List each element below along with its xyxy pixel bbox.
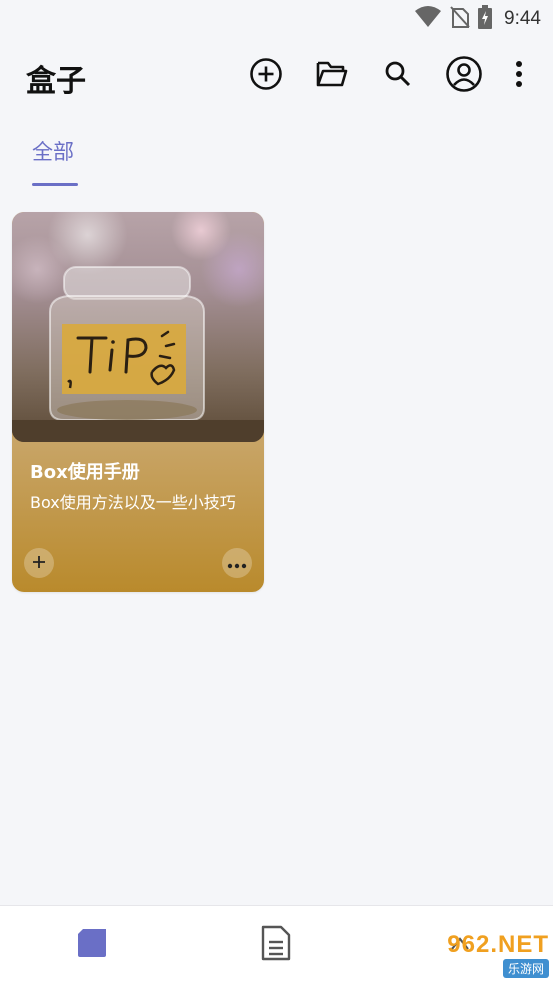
add-button[interactable] xyxy=(233,56,299,96)
battery-charging-icon xyxy=(478,5,493,33)
folder-open-icon xyxy=(316,60,348,92)
nav-boxes[interactable] xyxy=(0,906,184,983)
tab-all[interactable]: 全部 xyxy=(32,136,74,166)
card-more-button[interactable] xyxy=(222,548,252,578)
status-bar: 9:44 xyxy=(0,0,553,38)
card-body: Box使用手册 Box使用方法以及一些小技巧 xyxy=(12,442,264,592)
folder-button[interactable] xyxy=(299,56,365,96)
tab-strip: 全部 xyxy=(0,130,553,190)
card-image xyxy=(12,212,264,442)
tip-jar-illustration xyxy=(12,266,264,442)
box-card[interactable]: Box使用手册 Box使用方法以及一些小技巧 xyxy=(12,212,264,592)
status-time: 9:44 xyxy=(504,8,541,29)
document-nav-icon xyxy=(261,925,291,965)
app-actions xyxy=(233,56,541,96)
search-button[interactable] xyxy=(365,56,431,96)
more-options-button[interactable] xyxy=(497,56,541,96)
page-title: 盒子 xyxy=(26,64,86,99)
status-icons: 9:44 xyxy=(414,5,541,33)
watermark-main: 962.NET xyxy=(447,930,549,958)
app-bar: 盒子 xyxy=(0,38,553,114)
more-horiz-icon xyxy=(227,554,247,573)
watermark-logo: 962.NET 乐游网 xyxy=(413,930,549,978)
add-circle-icon xyxy=(249,57,283,95)
card-title: Box使用手册 xyxy=(30,462,140,483)
wifi-icon xyxy=(414,6,442,32)
card-add-button[interactable] xyxy=(24,548,54,578)
account-icon xyxy=(445,55,483,97)
watermark-sub: 乐游网 xyxy=(502,958,549,978)
plus-icon xyxy=(32,554,46,573)
tab-indicator xyxy=(32,183,78,186)
boxes-nav-icon xyxy=(75,926,109,964)
account-button[interactable] xyxy=(431,56,497,96)
search-icon xyxy=(384,60,412,92)
nav-documents[interactable] xyxy=(184,906,368,983)
card-description: Box使用方法以及一些小技巧 xyxy=(30,493,236,512)
more-vert-icon xyxy=(515,60,523,92)
no-sim-icon xyxy=(450,6,470,32)
